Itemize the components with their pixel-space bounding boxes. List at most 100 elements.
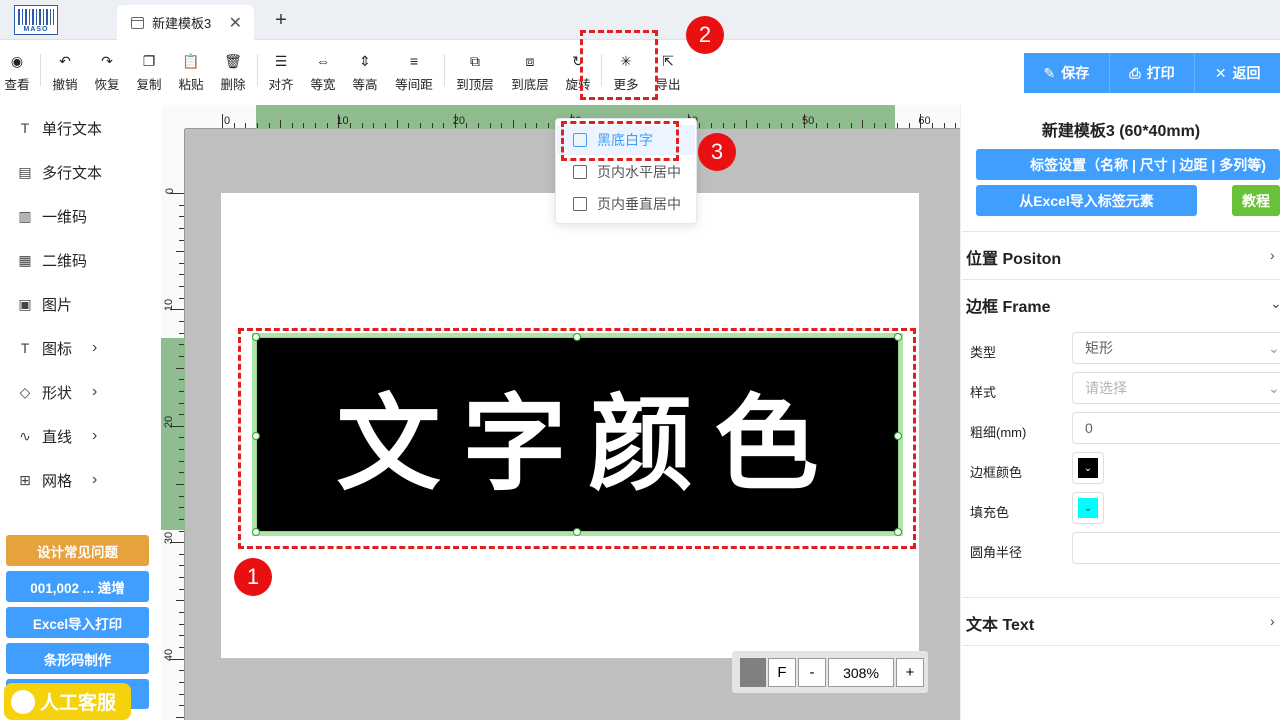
sidebar-item-qrcode[interactable]: ▦ 二维码 [16, 248, 156, 272]
corner-radius-input[interactable] [1072, 532, 1280, 564]
zoom-in-button[interactable]: + [896, 658, 924, 687]
ruler-tick [179, 355, 184, 357]
chevron-right-icon[interactable]: › [1270, 613, 1275, 629]
ruler-tick [179, 507, 184, 509]
toolbar-label: 撤销 [52, 78, 78, 92]
menu-item-center-vertical[interactable]: 页内垂直居中 [557, 189, 695, 219]
toolbar-export[interactable]: ⇱ 导出 [655, 52, 681, 96]
frame-type-select[interactable]: 矩形 ⌄ [1072, 332, 1280, 364]
print-button[interactable]: ⎙ 打印 [1110, 53, 1196, 93]
ruler-tick [179, 460, 184, 462]
ruler-tick [179, 693, 184, 695]
ruler-tick [873, 123, 875, 128]
close-icon[interactable]: ✕ [229, 13, 242, 33]
ruler-label: 0 [224, 115, 231, 127]
toolbar-undo[interactable]: ↶ 撤销 [52, 52, 78, 96]
tutorial-button[interactable]: 教程 [1232, 185, 1280, 216]
ruler-tick [179, 646, 184, 648]
toolbar-equal-spacing[interactable]: ≡ 等间距 [394, 52, 434, 96]
ruler-tick [443, 123, 445, 128]
faq-button[interactable]: 设计常见问题 [6, 535, 149, 566]
section-position[interactable]: 位置 Positon [966, 245, 1061, 269]
align-icon: ☰ [274, 53, 288, 69]
ruler-tick [489, 123, 491, 128]
annotation-box-element [238, 328, 916, 549]
ruler-tick [179, 705, 184, 707]
toolbar-copy[interactable]: ❐ 复制 [136, 52, 162, 96]
ruler-tick [897, 123, 899, 128]
sidebar-item-grid[interactable]: ⊞ 网格 › [16, 468, 156, 492]
toolbar-send-back[interactable]: ⧈ 到底层 [510, 52, 550, 96]
toolbar: ◉ 查看 ↶ 撤销 ↷ 恢复 ❐ 复制 📋 粘贴 🗑 删除 ☰ 对齐 ⇔ 等宽 ⇕ 等高 ≡ 等间距… [0, 40, 960, 105]
toolbar-bring-front[interactable]: ⧉ 到顶层 [455, 52, 495, 96]
toolbar-delete[interactable]: 🗑 删除 [220, 52, 246, 96]
sidebar-item-icons[interactable]: T 图标 › [16, 336, 156, 360]
ruler-tick [179, 577, 184, 579]
section-frame[interactable]: 边框 Frame [966, 293, 1050, 317]
ruler-tick [179, 518, 184, 520]
ruler-tick [291, 123, 293, 128]
new-tab-button[interactable]: + [270, 8, 292, 32]
ruler-tick [408, 123, 410, 128]
line-icon: ∿ [19, 427, 31, 444]
chevron-right-icon[interactable]: › [1270, 247, 1275, 263]
back-button[interactable]: ✕ 返回 [1195, 53, 1280, 93]
document-icon [131, 16, 144, 29]
ruler-label: 10 [163, 299, 176, 312]
toolbar-equal-width[interactable]: ⇔ 等宽 [310, 52, 336, 96]
label-settings-button[interactable]: 标签设置（名称 | 尺寸 | 边距 | 多列等) [976, 149, 1280, 180]
increment-button[interactable]: 001,002 ... 递增 [6, 571, 149, 602]
sidebar-item-shapes[interactable]: ◇ 形状 › [16, 380, 156, 404]
barcode-make-button[interactable]: 条形码制作 [6, 643, 149, 674]
toolbar-paste[interactable]: 📋 粘贴 [178, 52, 204, 96]
ruler-tick [908, 123, 910, 128]
sidebar-item-multi-line-text[interactable]: ▤ 多行文本 [16, 160, 156, 184]
sidebar-item-barcode[interactable]: ▥ 一维码 [16, 204, 156, 228]
frame-width-input[interactable]: 0 [1072, 412, 1280, 444]
toolbar-redo[interactable]: ↷ 恢复 [94, 52, 120, 96]
paste-icon: 📋 [182, 53, 200, 69]
excel-import-elements-button[interactable]: 从Excel导入标签元素 [976, 185, 1197, 216]
ruler-label: 50 [802, 115, 815, 127]
vertical-ruler: 0 10 20 30 40 [161, 129, 185, 720]
toolbar-align[interactable]: ☰ 对齐 [268, 52, 294, 96]
sidebar-item-label: 一维码 [42, 208, 88, 226]
ruler-label: 20 [163, 415, 176, 428]
border-color-picker[interactable]: ⌄ [1072, 452, 1104, 484]
center-horizontal-icon [573, 165, 587, 179]
customer-service-button[interactable]: 人工客服 [4, 683, 131, 720]
color-swatch-button[interactable] [740, 658, 766, 687]
fit-button[interactable]: F [768, 658, 796, 687]
save-button[interactable]: ✎ 保存 [1024, 53, 1110, 93]
template-title: 新建模板3 (60*40mm) [1041, 123, 1201, 140]
sidebar-item-single-line-text[interactable]: T 单行文本 [16, 116, 156, 140]
sidebar-item-label: 二维码 [42, 252, 88, 270]
sidebar-item-label: 图片 [42, 296, 73, 314]
annotation-badge-1: 1 [234, 558, 272, 596]
ruler-corner [161, 105, 185, 129]
toolbar-label: 粘贴 [178, 78, 204, 92]
zoom-level-input[interactable]: 308% [828, 658, 894, 687]
toolbar-equal-height[interactable]: ⇕ 等高 [352, 52, 378, 96]
ruler-tick [838, 123, 840, 128]
grid-icon: ⊞ [19, 471, 31, 488]
frame-style-select[interactable]: 请选择 ⌄ [1072, 372, 1280, 404]
excel-import-print-button[interactable]: Excel导入打印 [6, 607, 149, 638]
section-text[interactable]: 文本 Text [966, 611, 1034, 635]
zoom-out-button[interactable]: - [798, 658, 826, 687]
chevron-right-icon: › [92, 339, 98, 356]
frame-type-label: 类型 [970, 345, 997, 360]
sidebar-item-image[interactable]: ▣ 图片 [16, 292, 156, 316]
fill-color-picker[interactable]: ⌄ [1072, 492, 1104, 524]
chevron-down-icon[interactable]: ⌄ [1270, 295, 1280, 312]
menu-item-center-horizontal[interactable]: 页内水平居中 [557, 157, 695, 187]
ruler-tick [757, 123, 759, 128]
ruler-tick [862, 120, 864, 128]
tab-document[interactable]: 新建模板3 ✕ [117, 5, 254, 40]
ruler-tick [745, 120, 747, 128]
toolbar-label: 删除 [220, 78, 246, 92]
ruler-tick [268, 123, 270, 128]
sidebar-item-lines[interactable]: ∿ 直线 › [16, 424, 156, 448]
toolbar-view[interactable]: ◉ 查看 [4, 52, 30, 96]
ruler-tick [179, 332, 184, 334]
